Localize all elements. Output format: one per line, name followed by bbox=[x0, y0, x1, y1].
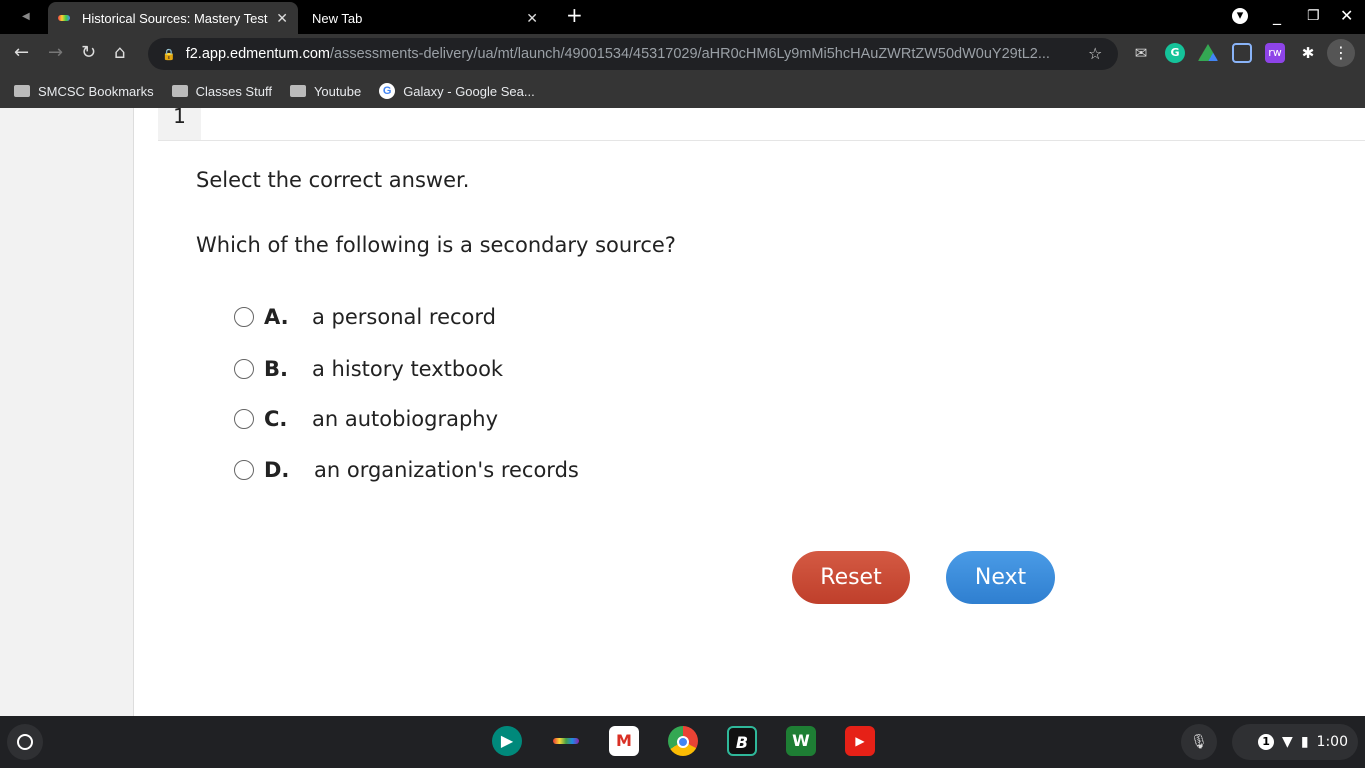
bookmark-galaxy[interactable]: G Galaxy - Google Sea... bbox=[379, 83, 535, 99]
question-text: Which of the following is a secondary so… bbox=[196, 233, 676, 257]
tab-strip: ◀ Historical Sources: Mastery Test ✕ New… bbox=[0, 0, 1365, 34]
instruction-text: Select the correct answer. bbox=[196, 168, 470, 192]
mail-extension-icon[interactable]: ✉ bbox=[1131, 43, 1151, 63]
question-number: 1 bbox=[158, 106, 201, 140]
menu-kebab-icon[interactable]: ⋮ bbox=[1327, 39, 1355, 67]
gmail-icon[interactable]: M bbox=[609, 726, 639, 756]
bookmark-youtube[interactable]: Youtube bbox=[289, 84, 361, 99]
close-window-button[interactable]: ✕ bbox=[1340, 6, 1353, 25]
browser-toolbar: ← → ↻ ⌂ 🔒 f2.app.edmentum.com/assessment… bbox=[0, 34, 1365, 74]
google-icon: G bbox=[379, 83, 396, 99]
next-button[interactable]: Next bbox=[946, 551, 1055, 604]
wifi-icon: ▼ bbox=[1282, 734, 1293, 750]
radio-button[interactable] bbox=[234, 359, 254, 379]
close-tab-icon[interactable]: ✕ bbox=[526, 10, 538, 27]
forward-icon[interactable]: → bbox=[48, 42, 63, 63]
clock: 1:00 bbox=[1316, 734, 1348, 750]
lock-icon: 🔒 bbox=[162, 48, 176, 61]
tab-new-tab[interactable]: New Tab ✕ bbox=[300, 2, 550, 34]
choice-a[interactable]: A. a personal record bbox=[234, 305, 496, 329]
minimize-button[interactable]: _ bbox=[1273, 6, 1281, 25]
bookmark-star-icon[interactable]: ☆ bbox=[1088, 44, 1102, 63]
mute-icon[interactable]: ◀ bbox=[22, 11, 30, 22]
choice-c[interactable]: C. an autobiography bbox=[234, 407, 498, 431]
folder-icon bbox=[171, 85, 188, 97]
b-app-icon[interactable]: B bbox=[727, 726, 757, 756]
bookmark-folder-icon bbox=[14, 85, 30, 97]
bookmark-classes-stuff[interactable]: Classes Stuff bbox=[171, 84, 272, 99]
home-icon[interactable]: ⌂ bbox=[114, 42, 125, 63]
extension-icon[interactable] bbox=[1232, 43, 1252, 63]
radio-button[interactable] bbox=[234, 307, 254, 327]
microphone-button[interactable]: 🎙 bbox=[1181, 724, 1217, 760]
chrome-icon[interactable] bbox=[668, 726, 698, 756]
puzzle-extensions-icon[interactable]: ✱ bbox=[1298, 43, 1318, 63]
back-icon[interactable]: ← bbox=[14, 42, 29, 63]
youtube-icon[interactable]: ▶ bbox=[845, 726, 875, 756]
launcher-circle-icon bbox=[17, 734, 33, 750]
tab-historical-sources[interactable]: Historical Sources: Mastery Test ✕ bbox=[48, 2, 298, 34]
reload-icon[interactable]: ↻ bbox=[81, 42, 96, 63]
choice-b[interactable]: B. a history textbook bbox=[234, 357, 503, 381]
google-drive-icon[interactable] bbox=[1198, 44, 1218, 61]
multicolor-app-icon[interactable] bbox=[553, 738, 579, 744]
left-sidebar bbox=[0, 108, 134, 716]
reset-button[interactable]: Reset bbox=[792, 551, 910, 604]
choice-d[interactable]: D. an organization's records bbox=[234, 458, 579, 482]
bookmarks-bar: SMCSC Bookmarks Classes Stuff Youtube GG… bbox=[0, 74, 1365, 108]
profile-dropdown-icon[interactable]: ▾ bbox=[1232, 8, 1248, 24]
rw-extension-icon[interactable]: rw bbox=[1265, 43, 1285, 63]
grammarly-icon[interactable]: G bbox=[1165, 43, 1185, 63]
radio-button[interactable] bbox=[234, 409, 254, 429]
new-tab-button[interactable]: + bbox=[566, 3, 583, 27]
restore-button[interactable]: ❐ bbox=[1307, 8, 1320, 24]
google-meet-icon[interactable]: ▶ bbox=[492, 726, 522, 756]
close-tab-icon[interactable]: ✕ bbox=[276, 10, 288, 27]
classroom-w-icon[interactable]: W bbox=[786, 726, 816, 756]
launcher-button[interactable] bbox=[7, 724, 43, 760]
status-tray[interactable]: 1 ▼ ▮ 1:00 bbox=[1232, 724, 1358, 760]
bookmark-smcsc[interactable]: SMCSC Bookmarks bbox=[14, 84, 154, 99]
radio-button[interactable] bbox=[234, 460, 254, 480]
address-bar[interactable]: 🔒 f2.app.edmentum.com/assessments-delive… bbox=[148, 38, 1118, 70]
battery-icon: ▮ bbox=[1300, 734, 1309, 750]
folder-icon bbox=[289, 85, 306, 97]
chromeos-shelf: ▶ M B W ▶ 🎙 1 ▼ ▮ 1:00 bbox=[0, 716, 1365, 768]
notification-count-badge: 1 bbox=[1258, 734, 1275, 750]
divider bbox=[158, 140, 1365, 141]
edmentum-favicon-icon bbox=[58, 15, 70, 21]
